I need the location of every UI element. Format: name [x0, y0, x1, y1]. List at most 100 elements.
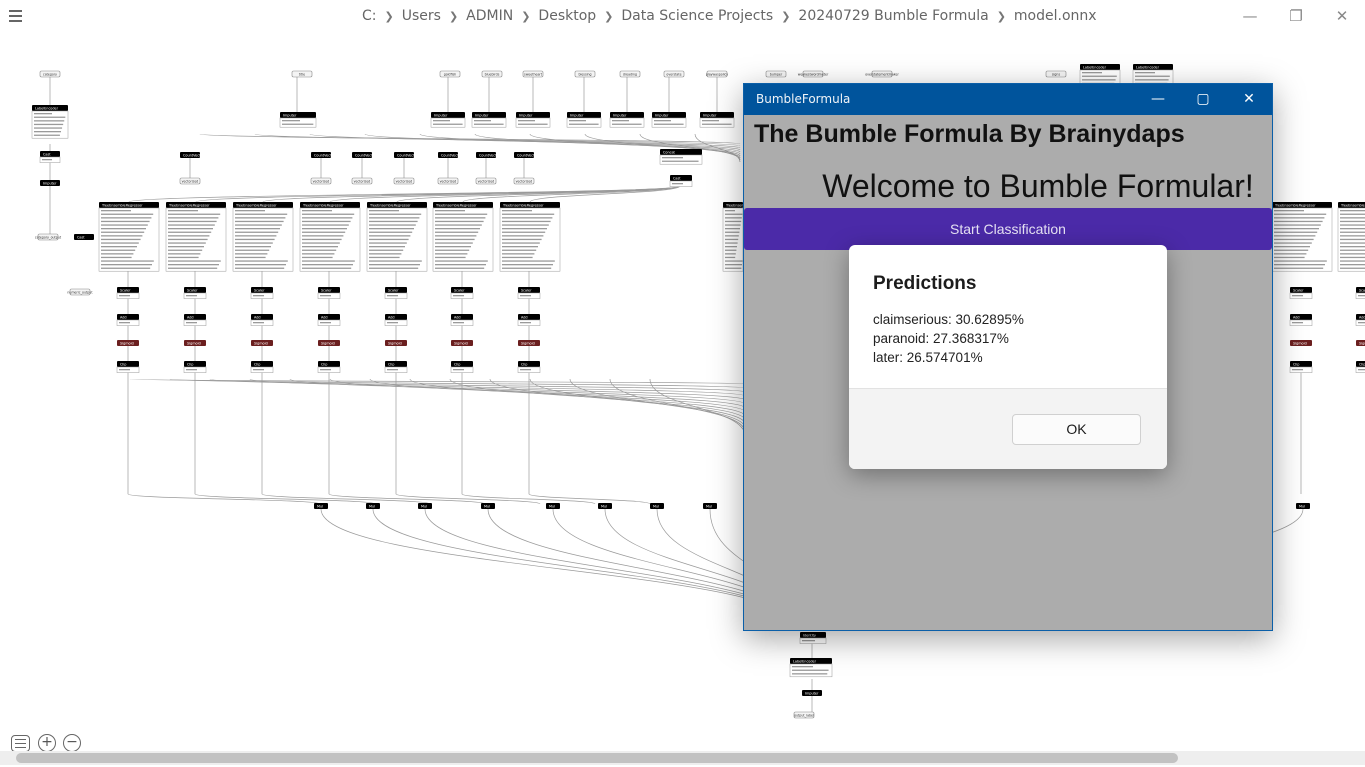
- graph-op-node: Clip: [183, 361, 207, 373]
- horizontal-scrollbar[interactable]: [0, 751, 1365, 765]
- sidebar-toggle-button[interactable]: [11, 735, 30, 752]
- graph-op-label: Imputer: [613, 114, 627, 118]
- graph-input-label: vectorized: [440, 180, 457, 184]
- graph-op-label: LabelEncoder: [35, 107, 59, 111]
- dialog-footer: OK: [849, 388, 1167, 469]
- path-segment: Data Science Projects: [621, 8, 774, 24]
- graph-op-label: Clip: [187, 363, 193, 367]
- graph-input-label: signs: [1052, 73, 1061, 77]
- graph-input-node: bluebirds: [481, 70, 503, 78]
- prediction-line: paranoid: 27.368317%: [873, 331, 1009, 346]
- graph-input-node: overstatementmaker: [865, 70, 899, 78]
- dialog-message: claimserious: 30.62895% paranoid: 27.368…: [873, 310, 1024, 367]
- predictions-dialog: Predictions claimserious: 30.62895% para…: [849, 245, 1167, 469]
- graph-op-label: Add: [1359, 316, 1365, 320]
- graph-op-node: LabelEncoder: [31, 105, 69, 139]
- graph-input-node: playwaspolicy: [706, 70, 728, 78]
- graph-op-label: Sigmoid: [1359, 342, 1365, 346]
- graph-op-node: Add: [517, 314, 541, 326]
- graph-input-label: vectorized: [182, 180, 199, 184]
- graph-input-label: vectorized: [354, 180, 371, 184]
- chevron-right-icon: ❯: [521, 10, 531, 23]
- graph-op-label: Imputer: [519, 114, 533, 118]
- zoom-out-button[interactable]: −: [63, 734, 81, 752]
- graph-op-node: Clip: [1289, 361, 1313, 373]
- menu-icon[interactable]: [9, 10, 22, 24]
- graph-op-node: Imputer: [566, 112, 602, 128]
- chevron-right-icon: ❯: [781, 10, 791, 23]
- graph-op-node: Imputer: [40, 180, 60, 186]
- graph-op-node: Imputer: [430, 112, 466, 128]
- graph-op-node: Scaler: [450, 287, 474, 299]
- graph-op-label: Imputer: [655, 114, 669, 118]
- graph-op-label: Clip: [1293, 363, 1299, 367]
- graph-op-node: TreeEnsembleRegressor: [165, 202, 227, 272]
- close-button[interactable]: ✕: [1331, 6, 1353, 26]
- zoom-in-button[interactable]: +: [38, 734, 56, 752]
- graph-op-label: Scaler: [187, 289, 198, 293]
- graph-op-label: Imputer: [703, 114, 717, 118]
- app-close-button[interactable]: ✕: [1237, 88, 1261, 110]
- graph-op-node: Sigmoid: [518, 340, 540, 346]
- graph-op-node: TreeEnsembleRegressor: [499, 202, 561, 272]
- graph-op-label: CountVectorizer: [479, 154, 507, 158]
- graph-op-label: Clip: [254, 363, 260, 367]
- app-heading: The Bumble Formula By Brainydaps: [754, 120, 1185, 148]
- graph-edge: [372, 508, 801, 630]
- graph-input-node: numeric_output: [67, 288, 93, 296]
- graph-input-label: goldfish: [444, 73, 457, 77]
- graph-op-label: Sigmoid: [521, 342, 535, 346]
- restore-button[interactable]: ❐: [1285, 6, 1307, 26]
- graph-op-node: Sigmoid: [318, 340, 340, 346]
- graph-op-label: CountVectorizer: [397, 154, 425, 158]
- graph-input-node: sweetheart: [522, 70, 544, 78]
- graph-op-node: Sigmoid: [251, 340, 273, 346]
- graph-op-label: Mul: [706, 505, 712, 509]
- chevron-right-icon: ❯: [604, 10, 614, 23]
- graph-op-label: Sigmoid: [120, 342, 134, 346]
- graph-op-node: TreeEnsembleRegressor: [366, 202, 428, 272]
- graph-op-node: TreeEnsembleRegressor: [232, 202, 294, 272]
- minimize-button[interactable]: —: [1239, 6, 1261, 26]
- path-segment: Desktop: [538, 8, 597, 24]
- graph-op-label: TreeEnsembleRegressor: [1340, 204, 1365, 208]
- start-classification-button[interactable]: Start Classification: [744, 208, 1272, 250]
- graph-op-node: Scaler: [116, 287, 140, 299]
- graph-op-label: Sigmoid: [254, 342, 268, 346]
- graph-op-label: CountVectorizer: [441, 154, 469, 158]
- ok-button[interactable]: OK: [1012, 414, 1141, 445]
- app-titlebar: BumbleFormula — ▢ ✕: [744, 84, 1272, 115]
- graph-op-label: TreeEnsembleRegressor: [435, 204, 477, 208]
- graph-op-node: TreeEnsembleRegressor: [299, 202, 361, 272]
- graph-op-node: Clip: [384, 361, 408, 373]
- graph-op-label: Add: [454, 316, 461, 320]
- graph-op-node: Scaler: [317, 287, 341, 299]
- app-minimize-button[interactable]: —: [1146, 88, 1170, 110]
- path-segment: C:: [362, 8, 377, 24]
- graph-op-node: Imputer: [802, 690, 822, 696]
- graph-input-node: vectorized: [351, 177, 373, 185]
- graph-input-node: vectorized: [179, 177, 201, 185]
- graph-op-node: Add: [317, 314, 341, 326]
- graph-op-label: Identity: [803, 634, 816, 638]
- graph-input-node: category: [39, 70, 61, 78]
- graph-op-label: Sigmoid: [1293, 342, 1307, 346]
- netron-titlebar: C: ❯ Users ❯ ADMIN ❯ Desktop ❯ Data Science Proj…: [0, 0, 1365, 34]
- graph-op-node: Sigmoid: [1290, 340, 1312, 346]
- graph-op-node: Sigmoid: [451, 340, 473, 346]
- graph-op-label: Imputer: [570, 114, 584, 118]
- graph-input-node: overstate: [663, 70, 685, 78]
- graph-op-label: Add: [388, 316, 395, 320]
- graph-op-label: Clip: [388, 363, 394, 367]
- graph-op-node: Mul: [481, 503, 495, 509]
- graph-input-label: category: [43, 73, 57, 77]
- app-maximize-button[interactable]: ▢: [1191, 88, 1215, 110]
- graph-op-label: Mul: [1299, 505, 1305, 509]
- graph-input-node: output_label: [793, 711, 815, 719]
- graph-op-label: CountVectorizer: [355, 154, 383, 158]
- graph-op-label: Mul: [421, 505, 427, 509]
- graph-op-label: Scaler: [1359, 289, 1365, 293]
- graph-op-label: Clip: [521, 363, 527, 367]
- graph-op-node: Cast: [669, 175, 693, 187]
- scrollbar-thumb[interactable]: [16, 753, 1178, 763]
